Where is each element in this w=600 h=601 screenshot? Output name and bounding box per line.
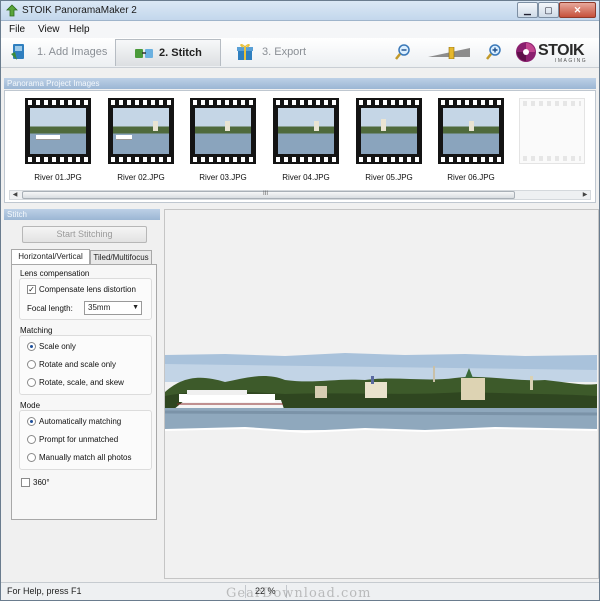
app-icon [6,4,18,17]
step-export[interactable]: 3. Export [227,39,327,66]
matching-group-title: Matching [20,326,53,335]
logo-subtitle: IMAGING [555,58,588,64]
empty-film-slot [519,98,585,164]
scale-only-label: Scale only [39,342,76,351]
menu-help[interactable]: Help [69,24,90,35]
images-panel: River 01.JPG River 02.JPG River 03.JPG R… [4,90,596,203]
add-images-icon [11,44,24,60]
film-frame [25,98,91,164]
stitch-options-body: Lens compensation ✓ Compensate lens dist… [11,264,157,520]
rotate-scale-label: Rotate and scale only [39,360,116,369]
scroll-right-arrow[interactable]: ▶ [580,191,590,199]
stoik-logo-icon [516,42,536,62]
film-frame [108,98,174,164]
zoom-slider[interactable] [427,47,471,59]
step-stitch[interactable]: 2. Stitch [115,39,221,66]
image-filename: River 03.JPG [199,173,247,182]
prompt-unmatched-label: Prompt for unmatched [39,435,119,444]
three-sixty-label: 360° [33,478,50,487]
toolbar: 1. Add Images 2. Stitch 3. Export STOIK … [1,38,599,68]
compensate-distortion-checkbox[interactable]: ✓ [27,285,36,294]
image-filename: River 06.JPG [447,173,495,182]
scroll-grip: III [263,191,269,197]
start-stitching-button[interactable]: Start Stitching [22,226,147,243]
scroll-thumb[interactable]: III [22,191,515,199]
auto-matching-radio[interactable] [27,417,36,426]
stitch-icon [135,49,153,58]
images-panel-header: Panorama Project Images [4,78,596,89]
three-sixty-checkbox[interactable] [21,478,30,487]
image-thumbnail[interactable]: River 04.JPG [270,98,342,184]
film-frame [273,98,339,164]
stitch-panel: Start Stitching Horizontal/Vertical Tile… [4,220,161,579]
menu-bar: File View Help [1,21,599,38]
auto-matching-label: Automatically matching [39,417,122,426]
film-frame [438,98,504,164]
export-icon [237,44,253,60]
scroll-left-arrow[interactable]: ◀ [10,191,20,199]
manual-match-radio[interactable] [27,453,36,462]
close-button[interactable]: ✕ [559,2,596,18]
manual-match-label: Manually match all photos [39,453,132,462]
menu-view[interactable]: View [38,24,60,35]
step-add-images-label: 1. Add Images [37,46,108,58]
tab-tiled-multifocus[interactable]: Tiled/Multifocus [90,250,152,264]
image-thumbnail[interactable]: River 02.JPG [105,98,177,184]
film-frame [190,98,256,164]
watermark: GearDownload.com [226,586,372,601]
prompt-unmatched-radio[interactable] [27,435,36,444]
app-window: STOIK PanoramaMaker 2 ▁ ▢ ✕ File View He… [0,0,600,601]
images-scrollbar[interactable]: ◀ III ▶ [9,190,591,200]
image-thumbnail[interactable]: River 05.JPG [353,98,425,184]
image-thumbnail[interactable]: River 01.JPG [22,98,94,184]
image-thumbnail[interactable]: River 03.JPG [187,98,259,184]
focal-length-select[interactable]: 35mm ▼ [84,301,142,315]
minimize-button[interactable]: ▁ [517,2,538,18]
rotate-scale-skew-label: Rotate, scale, and skew [39,378,124,387]
stitched-panorama-image [165,353,597,438]
panorama-canvas[interactable] [164,209,599,579]
stitch-panel-header: Stitch [4,209,160,220]
rotate-scale-radio[interactable] [27,360,36,369]
rotate-scale-skew-radio[interactable] [27,378,36,387]
tab-horizontal-vertical[interactable]: Horizontal/Vertical [11,249,90,264]
step-export-label: 3. Export [262,46,307,58]
step-add-images[interactable]: 1. Add Images [5,39,115,66]
image-filename: River 04.JPG [282,173,330,182]
image-filename: River 02.JPG [117,173,165,182]
mode-group-title: Mode [20,401,41,410]
menu-file[interactable]: File [9,24,25,35]
zoom-in-icon[interactable] [485,43,503,61]
compensate-distortion-label: Compensate lens distortion [39,285,136,294]
film-frame [356,98,422,164]
focal-length-label: Focal length: [27,304,73,313]
image-filename: River 05.JPG [365,173,413,182]
lens-group-title: Lens compensation [20,269,90,278]
chevron-down-icon: ▼ [132,304,139,311]
mode-group: Automatically matching Prompt for unmatc… [19,410,152,470]
zoom-out-icon[interactable] [394,43,412,61]
image-thumbnail[interactable]: River 06.JPG [435,98,507,184]
step-stitch-label: 2. Stitch [159,47,202,59]
stoik-logo: STOIK IMAGING [515,41,597,65]
status-help-text: For Help, press F1 [7,586,82,596]
scale-only-radio[interactable] [27,342,36,351]
title-bar[interactable]: STOIK PanoramaMaker 2 ▁ ▢ ✕ [1,1,599,21]
matching-group: Scale only Rotate and scale only Rotate,… [19,335,152,395]
window-title: STOIK PanoramaMaker 2 [22,5,137,16]
maximize-button[interactable]: ▢ [538,2,559,18]
lens-group: ✓ Compensate lens distortion Focal lengt… [19,278,152,320]
image-filename: River 01.JPG [34,173,82,182]
focal-length-value: 35mm [88,303,111,312]
